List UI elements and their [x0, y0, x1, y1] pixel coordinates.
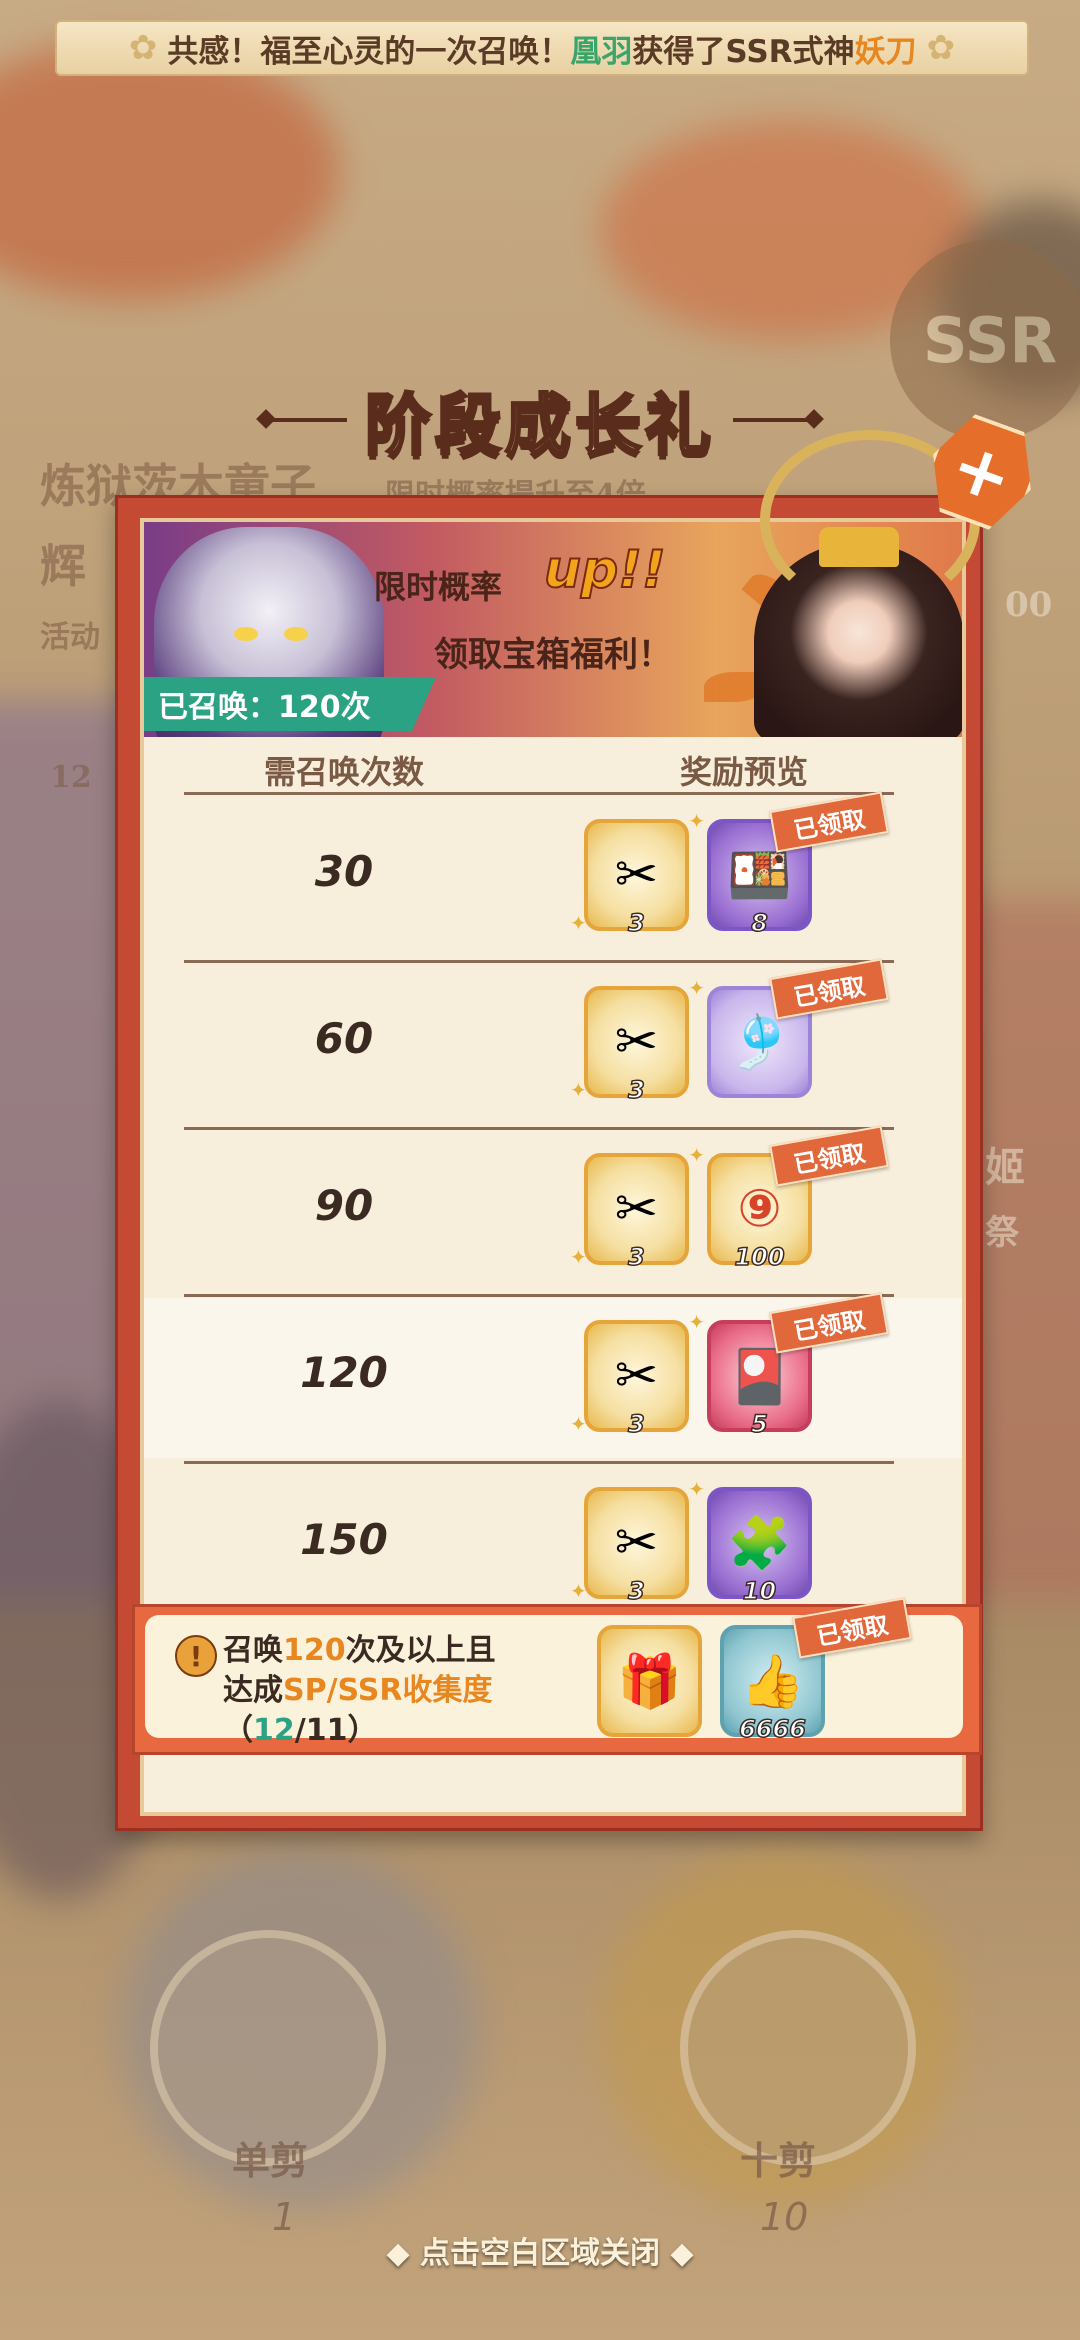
marquee-shikigami: 妖刀	[854, 33, 917, 70]
reward-row: 150 ✂ 3 ✦ ✦ 🧩 10	[144, 1465, 962, 1625]
growth-gift-panel: 限时概率 up!! 领取宝箱福利！ 已召唤：120次 需召唤次数 奖励预览 30…	[115, 495, 983, 1831]
reward-qty: 10	[742, 1576, 777, 1606]
collection-bonus-bar: ! 召唤120次及以上且 达成SP/SSR收集度 （12/11） 🎁 👍 666…	[132, 1597, 982, 1755]
ssr-badge: SSR	[890, 240, 1080, 440]
flower-icon: ✿	[926, 28, 956, 68]
flower-icon: ✿	[128, 28, 158, 68]
bg-side-text-1: 姬	[985, 1144, 1025, 1191]
reward-qty: 3	[627, 1075, 645, 1105]
title-text: 阶段成长礼	[364, 385, 715, 466]
alert-icon: !	[175, 1635, 217, 1677]
row-count: 90	[314, 1181, 374, 1230]
reward-qty: 8	[750, 908, 768, 938]
row-count: 150	[300, 1515, 388, 1564]
banner-up-text: up!!	[543, 539, 667, 601]
header-reward-preview: 奖励预览	[679, 753, 808, 791]
claimed-stamp: 已领取	[769, 958, 889, 1020]
reward-row: 90 ✂ 3 ✦ ✦ ⑨ 100 已领取	[144, 1125, 962, 1291]
banner-rate-text: 限时概率	[374, 568, 503, 606]
row-count: 120	[300, 1348, 388, 1397]
reward-row: 60 ✂ 3 ✦ ✦ 🎐 已领取	[144, 958, 962, 1124]
ten-summon-label: 十剪	[740, 2138, 817, 2183]
reward-qty: 3	[627, 1242, 645, 1272]
bg-side-text-2: 祭	[985, 1213, 1019, 1253]
scissors-reward[interactable]: ✂ 3 ✦ ✦	[570, 809, 705, 938]
reward-qty: 3	[627, 1576, 645, 1606]
scissors-reward[interactable]: ✂ 3 ✦ ✦	[570, 1477, 705, 1606]
reward-qty: 5	[750, 1409, 768, 1439]
event-activity: 活动	[40, 620, 100, 655]
reward-qty: 100	[734, 1242, 786, 1272]
claimed-stamp: 已领取	[792, 1597, 912, 1659]
reward-row: 30 ✂ 3 ✦ ✦ 🍱 8 已领取	[144, 791, 962, 957]
marquee-text-middle: 获得了SSR式神	[632, 33, 855, 70]
header-summon-count: 需召唤次数	[263, 753, 424, 791]
scissors-reward[interactable]: ✂ 3 ✦ ✦	[570, 976, 705, 1105]
reward-qty: 6666	[738, 1714, 806, 1744]
summon-count-badge: 已召唤：120次	[144, 677, 436, 731]
claimed-stamp: 已领取	[769, 1125, 889, 1187]
reward-qty: 3	[627, 908, 645, 938]
gift-box-icon: 🎁	[617, 1651, 682, 1712]
close-hint[interactable]: ◆ 点击空白区域关闭 ◆	[0, 2228, 1080, 2272]
announcement-marquee: ✿ 共感！福至心灵的一次召唤！ 凰羽 获得了SSR式神 妖刀 ✿	[55, 20, 1029, 76]
shikigami-fragment-reward[interactable]: 🧩 10	[707, 1487, 812, 1606]
row-count: 60	[314, 1014, 374, 1063]
scissors-reward[interactable]: ✂ 3 ✦ ✦	[570, 1143, 705, 1272]
row-count: 30	[314, 847, 374, 896]
marquee-player: 凰羽	[570, 33, 633, 70]
table-header: 需召唤次数 奖励预览	[144, 747, 962, 792]
claimed-stamp: 已领取	[769, 1292, 889, 1354]
single-summon-label: 单剪	[232, 2138, 309, 2183]
claimed-stamp: 已领取	[769, 791, 889, 853]
scissors-reward[interactable]: ✂ 3 ✦ ✦	[570, 1310, 705, 1439]
banner-chest-text: 领取宝箱福利！	[434, 635, 672, 675]
bonus-description: 召唤120次及以上且 达成SP/SSR收集度 （12/11）	[223, 1633, 496, 1748]
marquee-text: 共感！福至心灵的一次召唤！	[167, 33, 571, 70]
popup-title: 阶段成长礼	[260, 370, 820, 470]
bg-count: 12	[50, 760, 92, 795]
reward-qty: 3	[627, 1409, 645, 1439]
reward-row: 120 ✂ 3 ✦ ✦ 🎴 5 已领取	[144, 1292, 962, 1458]
bg-counter: 00	[1005, 585, 1053, 625]
gift-box-reward[interactable]: 🎁	[597, 1625, 702, 1737]
event-name-line2: 辉	[40, 539, 86, 593]
